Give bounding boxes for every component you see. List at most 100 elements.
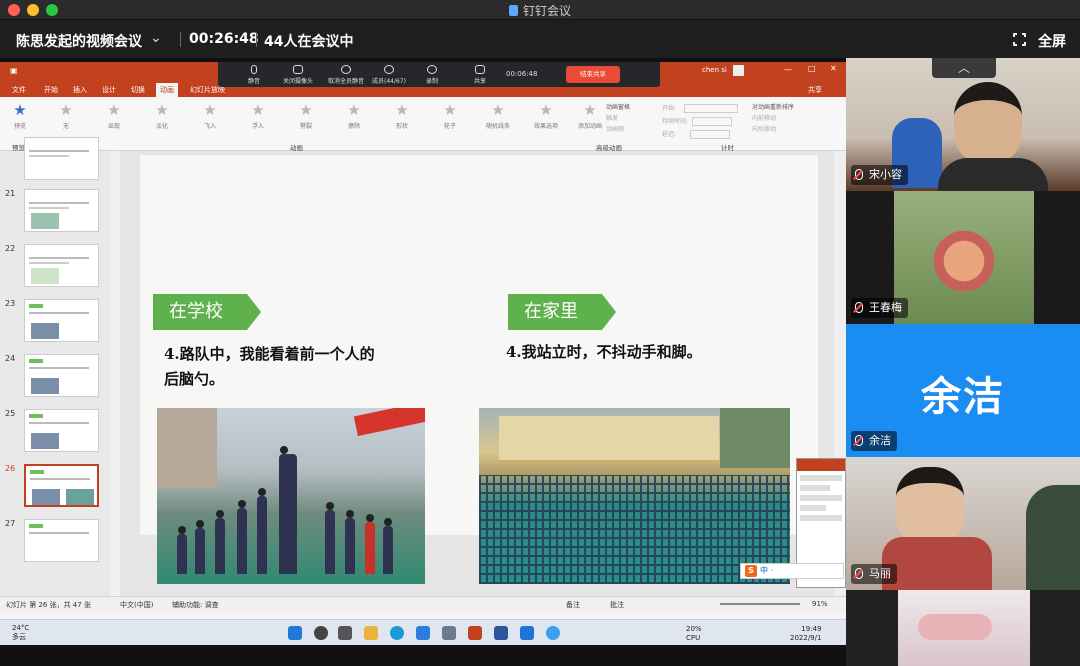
slide-thumbnail-current[interactable]	[24, 464, 99, 507]
sleeve	[353, 408, 425, 437]
record-button[interactable]: 录制	[414, 65, 450, 85]
anim-none[interactable]: ★ 无	[46, 103, 86, 131]
thumbnail-scrollbar[interactable]	[110, 151, 120, 596]
task-view-icon[interactable]	[338, 626, 352, 640]
slide-thumbnail[interactable]	[24, 137, 99, 180]
chevron-down-icon[interactable]: ⌄	[150, 30, 162, 46]
anim-random-bars[interactable]: ★ 随机线条	[478, 101, 518, 131]
search-icon[interactable]	[314, 626, 328, 640]
weather-widget[interactable]: 24°C 多云	[12, 624, 29, 642]
reorder-group: 对动画重新排序 向前移动 向后移动	[752, 102, 794, 135]
restore-icon[interactable]: □	[808, 64, 816, 73]
folder-icon[interactable]	[364, 626, 378, 640]
sogou-icon: S	[745, 565, 757, 577]
language-status[interactable]: 中文(中国)	[120, 600, 153, 610]
zoom-slider[interactable]	[720, 603, 800, 605]
zoom-level[interactable]: 91%	[812, 600, 828, 608]
start-select[interactable]	[684, 104, 739, 113]
slide-thumbnail[interactable]	[24, 244, 99, 287]
members-button[interactable]: 成员(44/67)	[368, 65, 410, 85]
anim-fly-in[interactable]: ★ 飞入	[190, 103, 230, 131]
ime-toolbar[interactable]: S中 ·	[740, 563, 844, 579]
avatar[interactable]	[733, 65, 744, 76]
trigger-button[interactable]: 触发	[606, 113, 630, 124]
star-icon: ★	[491, 101, 505, 119]
word-icon[interactable]	[494, 626, 508, 640]
slide-thumbnail[interactable]	[24, 519, 99, 562]
messenger-icon[interactable]	[546, 626, 560, 640]
collapse-panel-button[interactable]: ︿	[932, 58, 996, 78]
mic-muted-icon	[855, 568, 863, 579]
tab-home[interactable]: 开始	[44, 85, 58, 95]
system-clock[interactable]: 19:49 2022/9/1	[790, 625, 821, 643]
comments-button[interactable]: 批注	[610, 600, 624, 610]
preview-button[interactable]: ★ 预览	[0, 103, 40, 131]
slide-thumbnail[interactable]	[24, 354, 99, 397]
participant-name: 余洁	[851, 431, 897, 451]
anim-label: 出现	[107, 123, 120, 130]
anim-label: 添加动画	[577, 123, 602, 130]
settings-icon[interactable]	[442, 626, 456, 640]
mute-button[interactable]: 静音	[236, 65, 272, 85]
system-tray[interactable]: 20% CPU	[686, 625, 702, 643]
tab-transitions[interactable]: 切换	[131, 85, 145, 95]
meeting-header: 陈思发起的视频会议 ⌄ 00:26:48 44人在会议中 全屏	[0, 20, 1080, 58]
move-earlier-button[interactable]: 向前移动	[752, 113, 794, 124]
accessibility-status[interactable]: 辅助功能: 调查	[172, 600, 219, 610]
fullscreen-icon[interactable]	[1012, 32, 1027, 47]
tab-file[interactable]: 文件	[12, 85, 26, 95]
anim-label: 飞入	[203, 123, 216, 130]
duration-input[interactable]	[692, 117, 733, 126]
participant-tile[interactable]: 马丽	[846, 457, 1080, 590]
animation-painter-button[interactable]: 动画刷	[606, 124, 630, 135]
mic-muted-icon	[855, 435, 863, 446]
meeting-duration: 00:26:48	[189, 31, 259, 47]
close-icon[interactable]: ✕	[830, 64, 837, 73]
ppt-user: chen si	[702, 66, 727, 74]
tab-animations[interactable]: 动画	[156, 83, 178, 98]
anim-wipe[interactable]: ★ 擦除	[334, 103, 374, 131]
slide-thumbnail[interactable]	[24, 299, 99, 342]
tab-design[interactable]: 设计	[102, 85, 116, 95]
stop-share-button[interactable]: 结束共享	[566, 66, 620, 83]
slide-thumbnail[interactable]	[24, 189, 99, 232]
participant-tile[interactable]: 余洁 余洁	[846, 324, 1080, 457]
dingtalk-icon[interactable]	[520, 626, 534, 640]
child-face	[954, 82, 1022, 164]
fullscreen-button[interactable]: 全屏	[1038, 31, 1066, 51]
anim-shape[interactable]: ★ 形状	[382, 103, 422, 131]
edge-icon[interactable]	[390, 626, 404, 640]
anim-split[interactable]: ★ 劈裂	[286, 103, 326, 131]
notes-button[interactable]: 备注	[566, 600, 580, 610]
add-animation[interactable]: ★ 添加动画	[570, 103, 610, 131]
ime-mode[interactable]: 中 ·	[760, 566, 773, 575]
anim-float-in[interactable]: ★ 浮入	[238, 103, 278, 131]
delay-input[interactable]	[690, 130, 731, 139]
app-icon[interactable]	[416, 626, 430, 640]
tab-insert[interactable]: 插入	[73, 85, 87, 95]
participant-count[interactable]: 44人在会议中	[264, 31, 353, 51]
anim-appear[interactable]: ★ 出现	[94, 103, 134, 131]
ppt-save-icon[interactable]: ▣	[10, 66, 18, 75]
camera-off-button[interactable]: 关闭摄像头	[280, 65, 316, 85]
timing-fields: 开始: 持续时间: 延迟:	[662, 102, 739, 141]
start-icon[interactable]	[288, 626, 302, 640]
minimize-icon[interactable]: —	[784, 65, 792, 74]
preview-label: 预览	[13, 123, 26, 130]
record-icon	[427, 65, 437, 74]
participant-tile[interactable]: 王春梅	[846, 191, 1080, 324]
unmute-all-button[interactable]: 取消全员静音	[324, 65, 368, 85]
slide-thumbnail[interactable]	[24, 409, 99, 452]
anim-fade[interactable]: ★ 淡化	[142, 103, 182, 131]
share-button[interactable]: 共享	[462, 65, 498, 85]
animation-pane-button[interactable]: 动画窗格	[606, 102, 630, 113]
participant-tile[interactable]: ︿ 宋小容	[846, 58, 1080, 191]
effect-options[interactable]: ★ 效果选项	[526, 103, 566, 131]
powerpoint-icon[interactable]	[468, 626, 482, 640]
meeting-title[interactable]: 陈思发起的视频会议	[16, 31, 142, 51]
anim-wheel[interactable]: ★ 轮子	[430, 103, 470, 131]
share-link[interactable]: 共享	[808, 85, 822, 95]
participant-tile[interactable]	[846, 590, 1080, 666]
move-later-button[interactable]: 向后移动	[752, 124, 794, 135]
reorder-label: 对动画重新排序	[752, 104, 795, 111]
